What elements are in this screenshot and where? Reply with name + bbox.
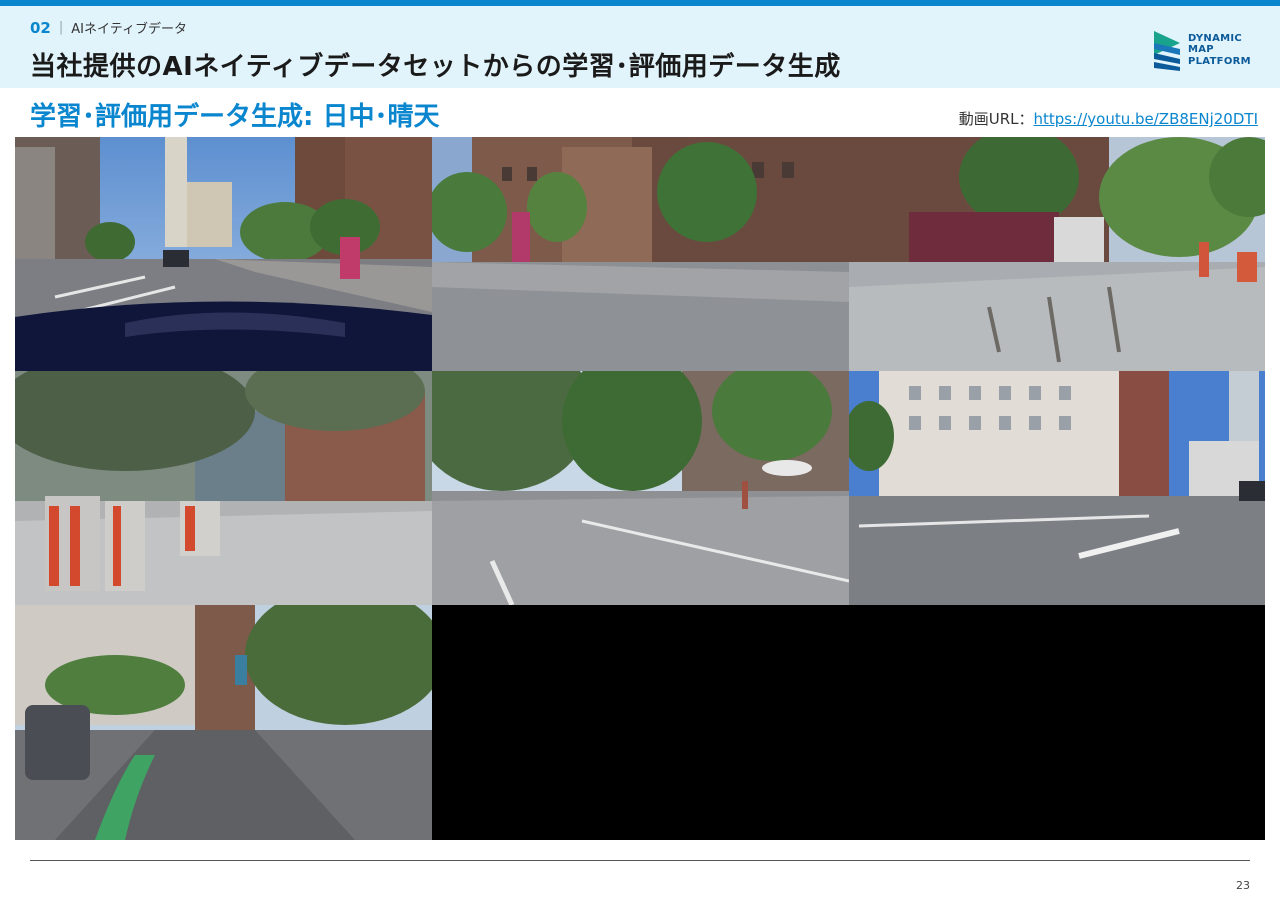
section-indicator: 02 | AIネイティブデータ bbox=[30, 18, 187, 38]
slide-header: 02 | AIネイティブデータ 当社提供のAIネイティブデータセットからの学習･… bbox=[0, 6, 1280, 88]
empty-frame-slot bbox=[432, 605, 1265, 840]
company-logo: DYNAMIC MAP PLATFORM bbox=[1152, 28, 1262, 72]
video-frame-7 bbox=[15, 605, 432, 840]
page-title: 当社提供のAIネイティブデータセットからの学習･評価用データ生成 bbox=[30, 52, 841, 82]
logo-wordmark: DYNAMIC MAP PLATFORM bbox=[1188, 32, 1251, 67]
section-name: AIネイティブデータ bbox=[71, 22, 187, 37]
footer-divider bbox=[30, 860, 1250, 861]
section-number: 02 bbox=[30, 18, 51, 37]
video-url-label: 動画URL： bbox=[958, 110, 1034, 128]
slide-subtitle: 学習･評価用データ生成: 日中･晴天 bbox=[30, 102, 440, 132]
video-reference: 動画URL：https://youtu.be/ZB8ENj20DTI bbox=[959, 108, 1258, 129]
video-frame-5 bbox=[432, 371, 849, 605]
video-url-link[interactable]: https://youtu.be/ZB8ENj20DTI bbox=[1034, 110, 1259, 128]
page-number: 23 bbox=[1236, 879, 1250, 892]
video-frame-1 bbox=[15, 137, 432, 371]
video-frame-3 bbox=[849, 137, 1265, 371]
video-frame-6 bbox=[849, 371, 1265, 605]
video-frame-2 bbox=[432, 137, 849, 371]
section-separator: | bbox=[58, 20, 64, 35]
video-frame-4 bbox=[15, 371, 432, 605]
logo-mark-icon bbox=[1154, 31, 1180, 71]
image-grid bbox=[15, 137, 1265, 840]
